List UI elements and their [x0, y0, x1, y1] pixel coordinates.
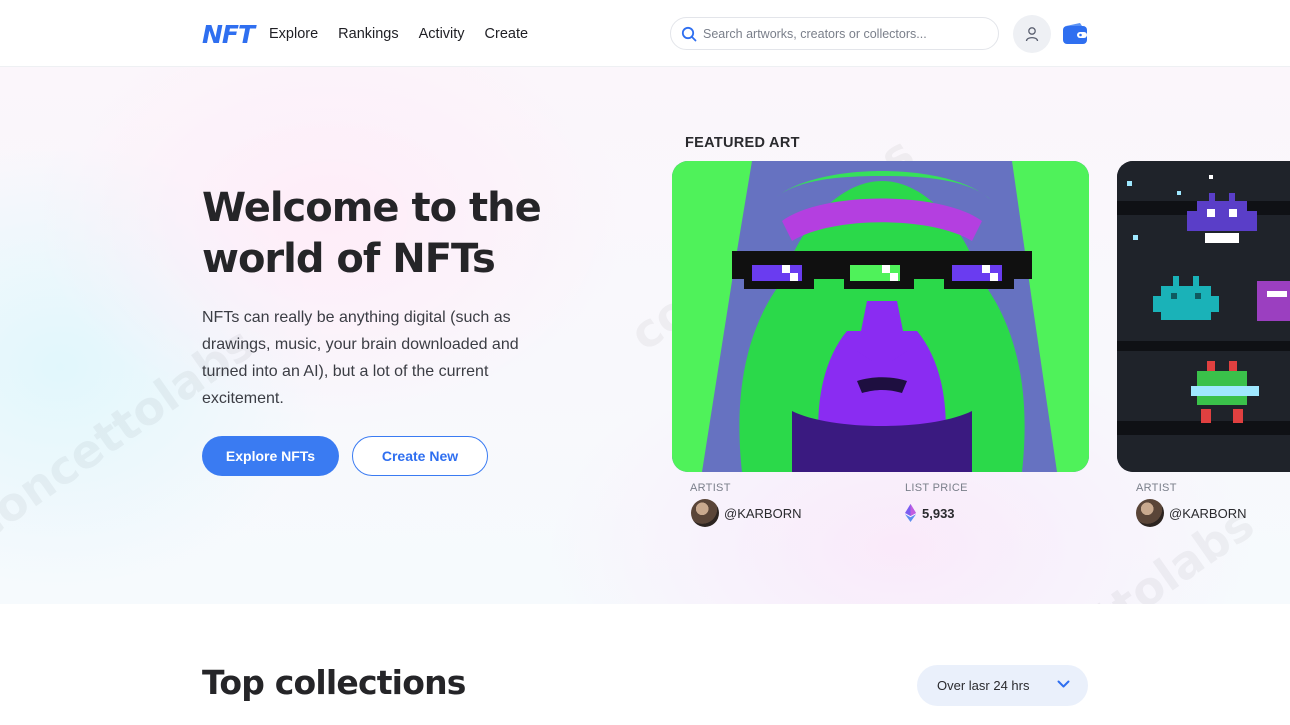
- artist-label: ARTIST: [1136, 482, 1177, 494]
- chevron-down-icon: [1057, 680, 1070, 688]
- featured-artwork-card[interactable]: [1117, 161, 1290, 472]
- search-icon: [681, 26, 697, 41]
- create-new-button[interactable]: Create New: [352, 436, 488, 476]
- search-input[interactable]: [703, 26, 983, 41]
- ethereum-icon: [905, 504, 916, 522]
- pixel-monsters-artwork: [1117, 161, 1290, 472]
- artist-avatar[interactable]: [691, 499, 719, 527]
- featured-artwork-card[interactable]: [672, 161, 1089, 472]
- artist-avatar[interactable]: [1136, 499, 1164, 527]
- list-price-label: LIST PRICE: [905, 482, 968, 494]
- hero-description: NFTs can really be anything digital (suc…: [202, 309, 519, 407]
- hero-section: concettolabs concettolabs concettolabs W…: [0, 67, 1290, 604]
- top-collections-title: Top collections: [202, 663, 466, 702]
- top-navbar: NFT Explore Rankings Activity Create: [0, 0, 1290, 67]
- time-range-value: Over lasr 24 hrs: [937, 678, 1030, 693]
- nft-logo[interactable]: NFT: [202, 20, 255, 49]
- nav-activity[interactable]: Activity: [419, 26, 465, 42]
- user-icon: [1025, 27, 1039, 42]
- user-account-button[interactable]: [1013, 15, 1051, 53]
- artist-name[interactable]: @KARBORN: [1169, 506, 1247, 521]
- hero-title: Welcome to the world of NFTs: [202, 185, 542, 282]
- explore-nfts-button[interactable]: Explore NFTs: [202, 436, 339, 476]
- time-range-dropdown[interactable]: Over lasr 24 hrs: [917, 665, 1088, 706]
- search-bar: [670, 17, 999, 50]
- nav-rankings[interactable]: Rankings: [338, 26, 398, 42]
- nav-create[interactable]: Create: [485, 26, 529, 42]
- wallet-icon[interactable]: [1062, 22, 1088, 46]
- list-price-value: 5,933: [922, 506, 955, 521]
- nav-explore[interactable]: Explore: [269, 26, 318, 42]
- main-nav: Explore Rankings Activity Create: [269, 26, 528, 42]
- artist-name[interactable]: @KARBORN: [724, 506, 802, 521]
- featured-art-label: FEATURED ART: [685, 135, 800, 151]
- artist-label: ARTIST: [690, 482, 731, 494]
- psychedelic-statue-artwork: [672, 161, 1089, 472]
